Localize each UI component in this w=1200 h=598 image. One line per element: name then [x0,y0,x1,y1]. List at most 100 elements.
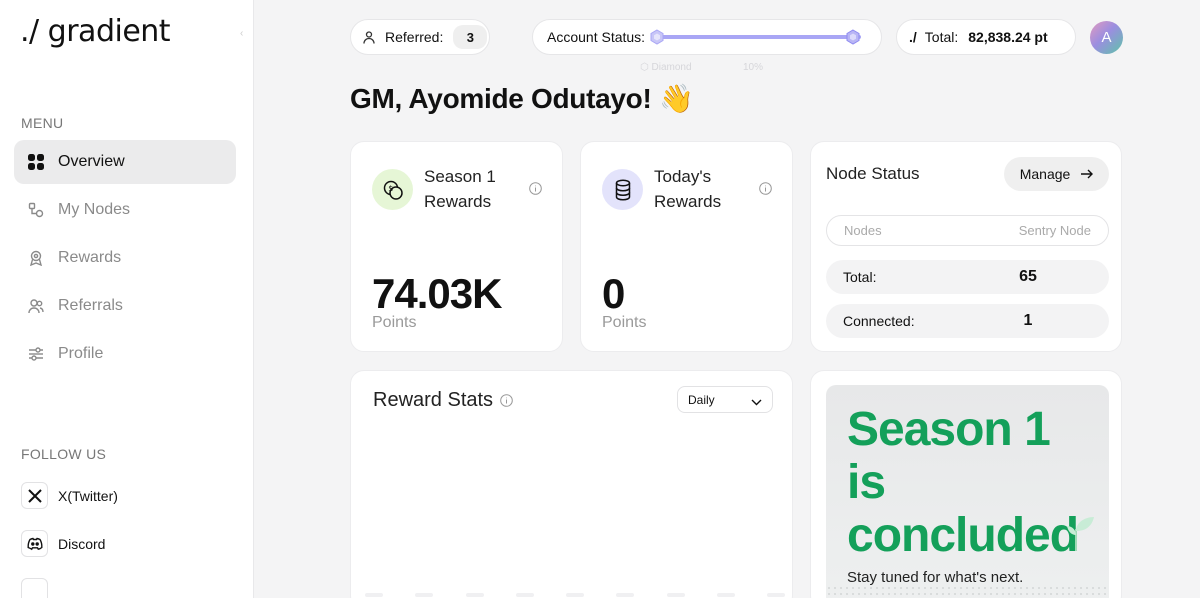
node-total-value: 65 [1019,268,1037,285]
axis-tick [465,593,484,597]
reward-stats-title-text: Reward Stats [373,389,494,411]
axis-tick [515,593,534,597]
app-logo[interactable]: ./ gradient [20,14,171,49]
manage-label: Manage [1019,166,1071,182]
chevron-down-icon [751,395,762,409]
award-icon [28,250,44,266]
info-icon[interactable] [500,394,513,407]
social-link-twitter[interactable]: X(Twitter) [21,482,241,509]
referred-count: 3 [453,25,488,49]
x-twitter-icon [21,482,48,509]
title-line: Rewards [654,192,722,211]
axis-tick [365,593,383,597]
node-status-card: Node Status Manage Nodes Sentry Node Tot… [810,141,1122,352]
season-rewards-title: Season 1 Rewards [424,164,524,214]
axis-tick [616,593,635,597]
season-concluded-banner: Season 1 is concluded Stay tuned for wha… [826,385,1109,598]
today-rewards-title: Today's Rewards [654,164,754,214]
coins-icon: $ [372,169,413,210]
season-concluded-headline: Season 1 is concluded [847,403,1079,562]
axis-tick [566,593,584,597]
chart-axis-placeholder [365,593,785,598]
sprout-icon [1067,517,1094,551]
tier-start-icon [650,29,664,45]
sidebar-item-overview[interactable]: Overview [14,140,236,184]
social-label: Discord [58,535,106,552]
referred-pill[interactable]: Referred: 3 [350,19,490,55]
node-total-row: Total: 65 [826,260,1109,294]
sidebar-item-label: Rewards [58,249,122,266]
title-line: Season 1 [424,167,496,186]
sidebar-item-my-nodes[interactable]: My Nodes [14,188,236,232]
account-status-progress [650,29,862,45]
page-greeting: GM, Ayomide Odutayo! 👋 [350,83,694,114]
info-icon[interactable] [529,182,542,200]
svg-text:$: $ [388,184,393,193]
node-type-tabs: Nodes Sentry Node [826,215,1109,246]
season-rewards-unit: Points [372,314,417,331]
sidebar-item-label: Profile [58,345,104,362]
arrow-right-icon [1080,169,1094,179]
headline-line: Season 1 [847,403,1051,456]
season-concluded-card: Season 1 is concluded Stay tuned for wha… [810,370,1122,598]
reward-stats-card: Reward Stats Daily [350,370,793,598]
account-status-label: Account Status: [547,29,646,45]
sidebar-item-rewards[interactable]: Rewards [14,236,236,280]
total-points-pill[interactable]: ./ Total: 82,838.24 pt [896,19,1076,55]
total-value: 82,838.24 pt [968,29,1048,45]
season-rewards-value: 74.03K [372,270,502,317]
social-link-discord[interactable]: Discord [21,530,241,557]
season-concluded-subtitle: Stay tuned for what's next. [847,569,1024,586]
users-icon [28,298,44,314]
node-connected-value: 1 [1023,312,1033,329]
coin-stack-icon [602,169,643,210]
today-rewards-unit: Points [602,314,647,331]
ghost-tier-name: Diamond [651,62,692,73]
menu-label: MENU [21,115,64,131]
tier-tooltip-pct: 10% [743,62,764,73]
node-status-title: Node Status [826,164,920,183]
headline-line: is [847,456,886,509]
sidebar-item-profile[interactable]: Profile [14,332,236,376]
referred-label: Referred: [385,29,444,45]
axis-tick [666,593,685,597]
period-select-value: Daily [688,392,715,407]
today-rewards-card: Today's Rewards 0 Points [580,141,793,352]
account-status-pill[interactable]: Account Status: [532,19,882,55]
social-link-partial[interactable] [21,578,241,598]
period-select[interactable]: Daily [677,386,773,413]
node-connected-row: Connected: 1 [826,304,1109,338]
sidebar-nav: Overview My Nodes Rewards Referrals Prof… [14,140,236,380]
tier-tooltip-ghost: ⬡ Diamond [640,62,692,73]
referral-person-icon [363,30,375,44]
dot-pattern [826,585,1109,598]
axis-tick [767,593,785,597]
gradient-mini-logo: ./ [909,29,917,45]
today-rewards-value: 0 [602,270,625,317]
discord-icon [21,530,48,557]
sliders-icon [28,346,44,362]
ghost-diamond-icon: ⬡ [640,62,652,73]
node-connected-label: Connected: [843,313,915,329]
sidebar-item-label: My Nodes [58,201,131,218]
follow-us-label: FOLLOW US [21,446,107,462]
tab-nodes[interactable]: Nodes [844,223,882,238]
manage-button[interactable]: Manage [1004,157,1109,191]
tier-end-icon [846,29,860,45]
sidebar-item-label: Referrals [58,297,123,314]
collapse-sidebar-icon[interactable]: ‹ [240,28,250,39]
axis-tick [415,593,434,597]
tab-sentry-node[interactable]: Sentry Node [1019,223,1091,238]
info-icon[interactable] [759,182,772,200]
headline-line: concluded [847,509,1079,562]
social-label: X(Twitter) [58,487,118,504]
total-label: Total: [924,29,959,45]
sidebar-item-referrals[interactable]: Referrals [14,284,236,328]
axis-tick [716,593,735,597]
title-line: Rewards [424,192,492,211]
social-icon [21,578,48,598]
avatar[interactable]: A [1090,21,1123,54]
node-total-label: Total: [843,269,877,285]
title-line: Today's [654,167,712,186]
sidebar-item-label: Overview [58,153,125,170]
